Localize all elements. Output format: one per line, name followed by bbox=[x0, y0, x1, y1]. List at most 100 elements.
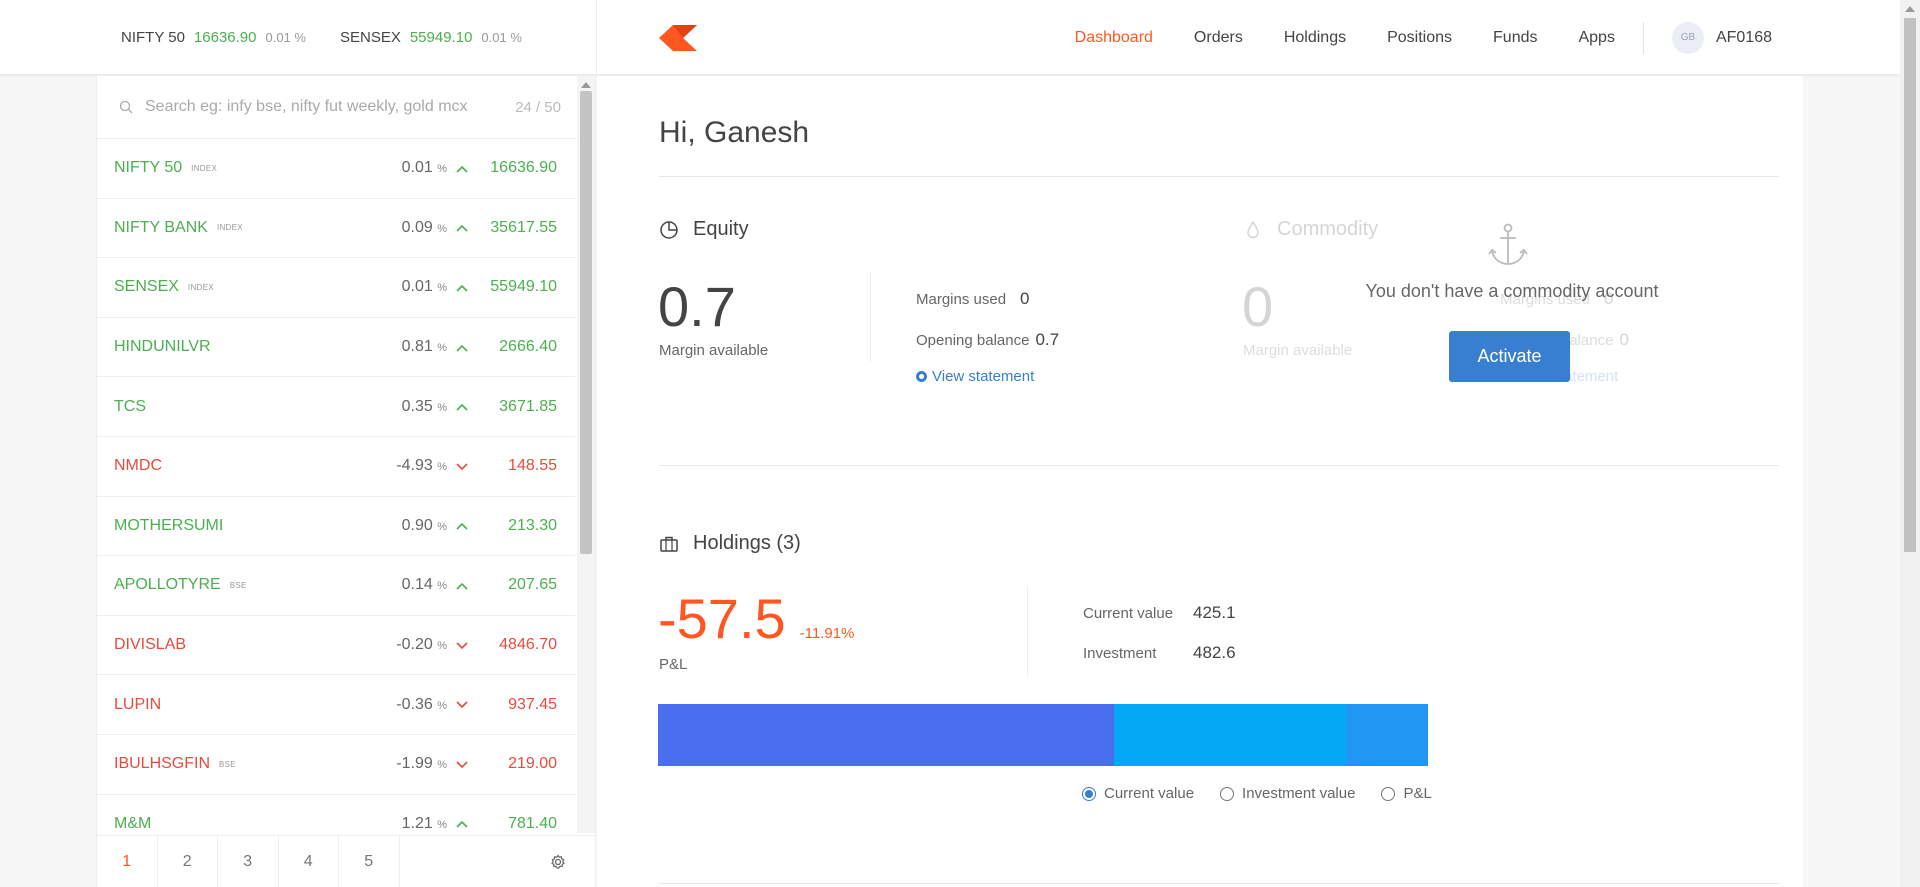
opening-balance-label: Opening balance bbox=[916, 332, 1030, 349]
kite-logo-icon[interactable] bbox=[659, 25, 697, 51]
change-value: 0.35 bbox=[401, 397, 433, 415]
chevron-down-icon bbox=[447, 638, 477, 653]
market-indices: NIFTY 50 16636.90 0.01 % SENSEX 55949.10… bbox=[0, 0, 597, 75]
bar-segment[interactable] bbox=[658, 704, 1114, 766]
change-unit: % bbox=[437, 520, 447, 533]
page-tab-1[interactable]: 1 bbox=[97, 835, 158, 887]
briefcase-icon bbox=[660, 536, 678, 552]
equity-view-statement-link[interactable]: View statement bbox=[916, 368, 1034, 385]
radio-button[interactable] bbox=[1082, 786, 1096, 801]
last-price: 937.45 bbox=[508, 695, 557, 713]
watchlist-row[interactable]: SENSEX INDEX 0.01 % 55949.10 bbox=[97, 258, 575, 318]
nav-divider bbox=[1642, 21, 1644, 54]
equity-title: Equity bbox=[693, 218, 749, 240]
radio-button[interactable] bbox=[1220, 786, 1235, 801]
last-price: 2666.40 bbox=[499, 338, 557, 356]
watchlist-row[interactable]: IBULHSGFIN BSE -1.99 % 219.00 bbox=[97, 735, 575, 795]
nav-positions[interactable]: Positions bbox=[1387, 29, 1452, 47]
last-price: 148.55 bbox=[508, 457, 557, 475]
watchlist-row[interactable]: NMDC -4.93 % 148.55 bbox=[97, 437, 575, 497]
current-value-label: Current value bbox=[1083, 605, 1174, 622]
user-id: AF0168 bbox=[1715, 28, 1772, 46]
equity-margins-used: Margins used 0 bbox=[916, 289, 1030, 309]
watchlist-panel: 24 / 50 NIFTY 50INDEX0.01 %16636.90NIFTY… bbox=[96, 76, 596, 887]
holdings-section-title: Holdings (3) bbox=[659, 532, 801, 555]
watchlist-row[interactable]: LUPIN -0.36 % 937.45 bbox=[97, 675, 575, 735]
watchlist-row[interactable]: HINDUNILVR 0.81 % 2666.40 bbox=[97, 318, 575, 378]
symbol-label: HINDUNILVR bbox=[114, 338, 211, 356]
last-price: 55949.10 bbox=[490, 278, 557, 296]
page-tab-2[interactable]: 2 bbox=[158, 835, 218, 887]
user-menu[interactable]: GB AF0168 bbox=[1671, 21, 1772, 54]
change-unit: % bbox=[437, 759, 447, 772]
legend-pnl[interactable]: P&L bbox=[1381, 785, 1432, 802]
scroll-up-arrow-icon[interactable] bbox=[581, 82, 591, 88]
exchange-tag: INDEX bbox=[191, 163, 218, 173]
legend-label: P&L bbox=[1403, 785, 1432, 802]
change-value: 0.14 bbox=[401, 576, 433, 594]
gear-icon[interactable] bbox=[549, 853, 567, 871]
nav-funds[interactable]: Funds bbox=[1493, 29, 1537, 47]
index-nifty50[interactable]: NIFTY 50 16636.90 0.01 % bbox=[121, 29, 306, 46]
exchange-tag: BSE bbox=[229, 580, 247, 590]
activate-button[interactable]: Activate bbox=[1449, 331, 1570, 382]
change-unit: % bbox=[437, 222, 447, 235]
legend-investment-value[interactable]: Investment value bbox=[1220, 785, 1355, 802]
commodity-message: You don't have a commodity account bbox=[1365, 281, 1659, 301]
view-statement-label: View statement bbox=[932, 368, 1035, 385]
holdings-investment: Investment 482.6 bbox=[1083, 643, 1236, 663]
page-tab-4[interactable]: 4 bbox=[279, 835, 339, 887]
chevron-up-icon bbox=[447, 280, 477, 295]
legend-label: Investment value bbox=[1242, 785, 1356, 802]
watchlist-row[interactable]: MOTHERSUMI 0.90 % 213.30 bbox=[97, 497, 575, 557]
last-price: 219.00 bbox=[508, 755, 557, 773]
watchlist-row[interactable]: APOLLOTYRE BSE 0.14 % 207.65 bbox=[97, 556, 575, 616]
instrument-symbol: NIFTY BANK INDEX bbox=[114, 219, 387, 237]
last-price: 207.65 bbox=[508, 576, 557, 594]
last-price: 35617.55 bbox=[490, 218, 557, 236]
instrument-symbol: MOTHERSUMI bbox=[114, 517, 387, 535]
watchlist-row[interactable]: TCS 0.35 % 3671.85 bbox=[97, 377, 575, 437]
page-scrollbar[interactable] bbox=[1900, 0, 1920, 887]
change-percent: 0.14 % bbox=[387, 576, 447, 594]
change-percent: 0.81 % bbox=[387, 338, 447, 356]
investment-label: Investment bbox=[1083, 645, 1157, 662]
legend-current-value[interactable]: Current value bbox=[1082, 785, 1194, 802]
bar-segment[interactable] bbox=[1113, 704, 1346, 766]
search-input[interactable] bbox=[145, 98, 516, 116]
symbol-label: NIFTY BANK bbox=[114, 218, 208, 236]
last-price: 16636.90 bbox=[490, 159, 557, 177]
change-percent: 0.09 % bbox=[387, 219, 447, 237]
watchlist-row[interactable]: NIFTY BANK INDEX 0.09 % 35617.55 bbox=[97, 199, 575, 259]
instrument-symbol: NIFTY 50 INDEX bbox=[114, 159, 387, 177]
radio-button[interactable] bbox=[1381, 786, 1396, 801]
scroll-up-arrow-icon[interactable] bbox=[1905, 6, 1915, 12]
nav-holdings[interactable]: Holdings bbox=[1284, 29, 1346, 47]
holdings-bar[interactable] bbox=[658, 704, 1428, 766]
scrollbar-thumb[interactable] bbox=[1904, 18, 1916, 552]
page-tab-5[interactable]: 5 bbox=[339, 835, 400, 887]
watchlist-scrollbar[interactable] bbox=[577, 76, 595, 833]
watchlist-row[interactable]: DIVISLAB -0.20 % 4846.70 bbox=[97, 616, 575, 676]
change-percent: 0.35 % bbox=[387, 398, 447, 416]
divider bbox=[659, 465, 1779, 466]
scrollbar-thumb[interactable] bbox=[580, 91, 592, 554]
change-percent: -1.99 % bbox=[387, 755, 447, 773]
bar-segment[interactable] bbox=[1345, 704, 1428, 766]
holdings-title: Holdings (3) bbox=[693, 532, 801, 554]
index-sensex[interactable]: SENSEX 55949.10 0.01 % bbox=[340, 29, 522, 46]
holdings-current-value: Current value 425.1 bbox=[1083, 603, 1236, 623]
watchlist-items: NIFTY 50 INDEX 0.01 % 16636.90 NIFTY BANK IND… bbox=[97, 139, 575, 887]
equity-opening-balance: Opening balance 0.7 bbox=[916, 330, 1059, 350]
nav-apps[interactable]: Apps bbox=[1578, 29, 1614, 47]
watchlist-pager: 1 2 3 4 5 bbox=[97, 835, 595, 887]
change-value: -0.20 bbox=[396, 636, 433, 654]
opening-balance-value: 0 bbox=[1619, 330, 1629, 349]
page-tab-3[interactable]: 3 bbox=[218, 835, 279, 887]
watchlist-row[interactable]: NIFTY 50 INDEX 0.01 % 16636.90 bbox=[97, 139, 575, 199]
change-unit: % bbox=[437, 699, 447, 712]
nav-dashboard[interactable]: Dashboard bbox=[1075, 29, 1153, 47]
chevron-down-icon bbox=[447, 697, 477, 712]
equity-section-title: Equity bbox=[659, 218, 749, 241]
nav-orders[interactable]: Orders bbox=[1194, 29, 1243, 47]
